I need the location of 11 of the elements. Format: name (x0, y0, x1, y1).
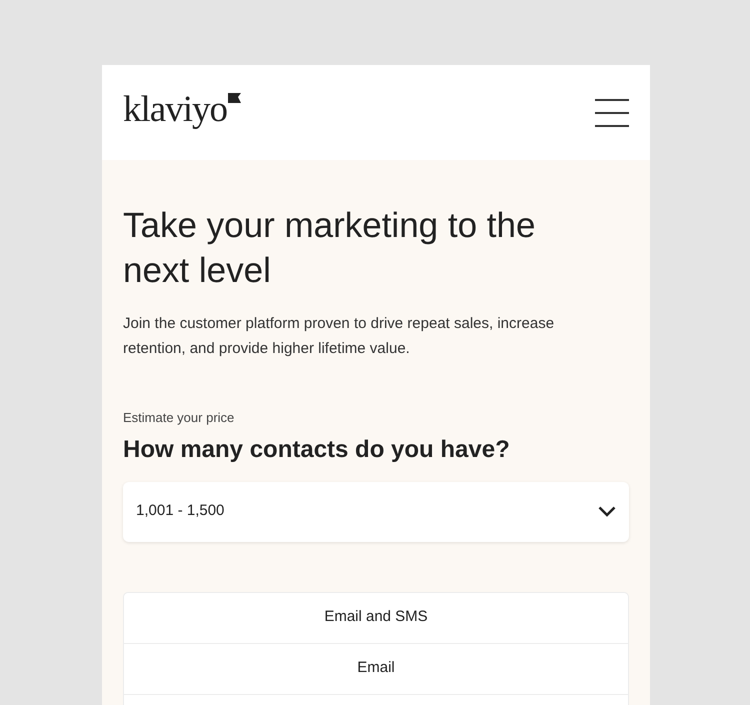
question-heading: How many contacts do you have? (123, 434, 511, 464)
plan-option[interactable]: Email and SMS (123, 592, 629, 644)
eyebrow-text: Estimate your price (123, 409, 236, 427)
flag-icon (228, 93, 241, 103)
contacts-select[interactable]: 1,001 - 1,500 (123, 482, 629, 542)
hero-subtitle: Join the customer platform proven to drive repeat sales, increase retention, and provide higher lifetime value. (123, 314, 556, 359)
chevron-down-icon (598, 506, 616, 517)
menu-icon[interactable] (595, 96, 629, 128)
plan-option[interactable]: Email (123, 642, 629, 694)
hero-title: Take your marketing to the next level (123, 205, 536, 292)
logo[interactable]: klaviyo (123, 91, 227, 134)
